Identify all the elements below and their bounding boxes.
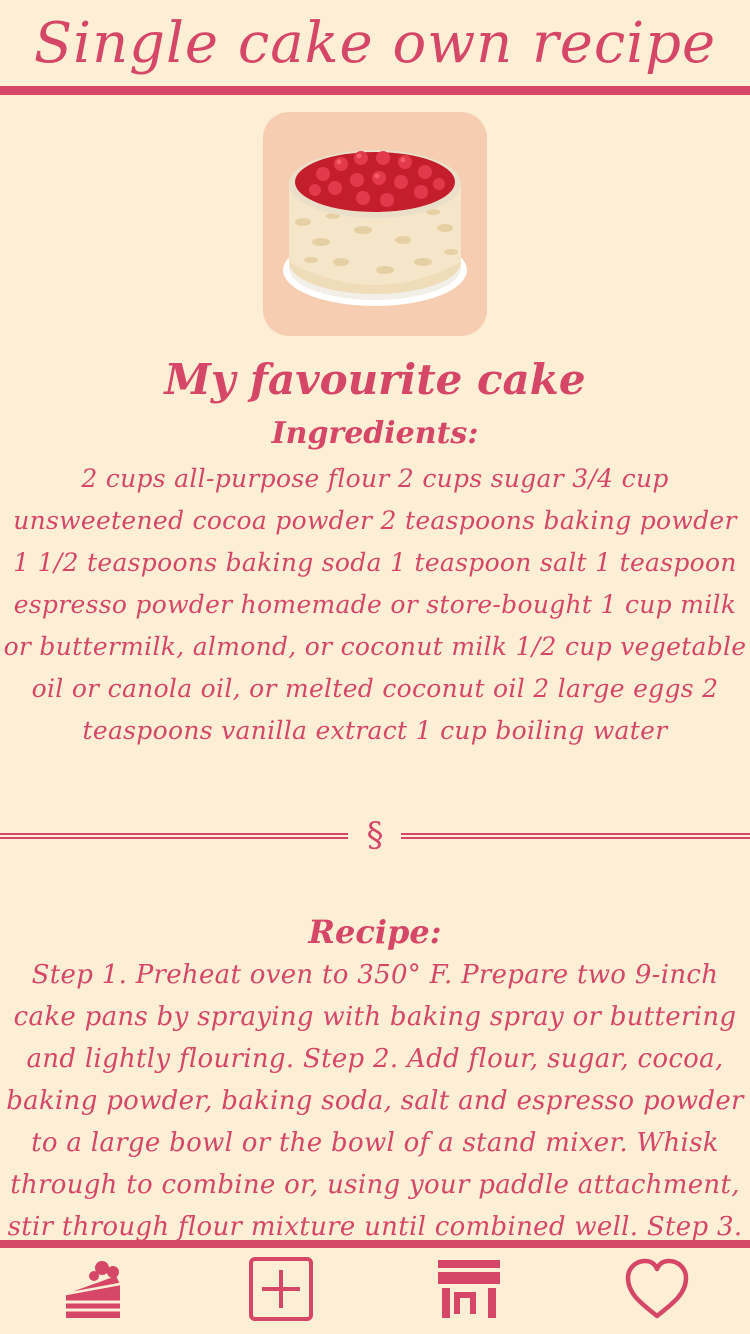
divider-line-right <box>401 833 750 839</box>
nav-cakes-button[interactable] <box>58 1254 128 1324</box>
cake-illustration <box>283 150 467 306</box>
bottom-navigation <box>0 1248 750 1334</box>
bottom-nav-divider <box>0 1240 750 1248</box>
nav-store-button[interactable] <box>434 1254 504 1324</box>
recipe-steps-text: Step 1. Preheat oven to 350° F. Prepare … <box>6 960 744 1242</box>
recipe-title: My favourite cake <box>164 355 586 404</box>
ingredients-heading: Ingredients: <box>271 416 479 451</box>
recipe-steps-heading: Recipe: <box>308 913 442 951</box>
section-divider: § <box>0 815 750 855</box>
divider-line-left <box>0 833 348 839</box>
recipe-content[interactable]: My favourite cake Ingredients: 2 cups al… <box>0 96 750 1242</box>
nav-add-button[interactable] <box>246 1254 316 1324</box>
store-icon <box>438 1260 500 1318</box>
ingredients-text: 2 cups all-purpose flour 2 cups sugar 3/… <box>3 464 747 745</box>
cake-photo <box>263 112 487 336</box>
header-divider <box>0 86 750 95</box>
add-box-icon <box>249 1257 313 1321</box>
nav-favorites-button[interactable] <box>622 1254 692 1324</box>
cake-slice-icon <box>65 1261 121 1318</box>
app-header: Single cake own recipe <box>0 0 750 96</box>
section-symbol: § <box>366 815 384 855</box>
heart-icon <box>625 1258 689 1319</box>
app-title: Single cake own recipe <box>33 11 717 76</box>
